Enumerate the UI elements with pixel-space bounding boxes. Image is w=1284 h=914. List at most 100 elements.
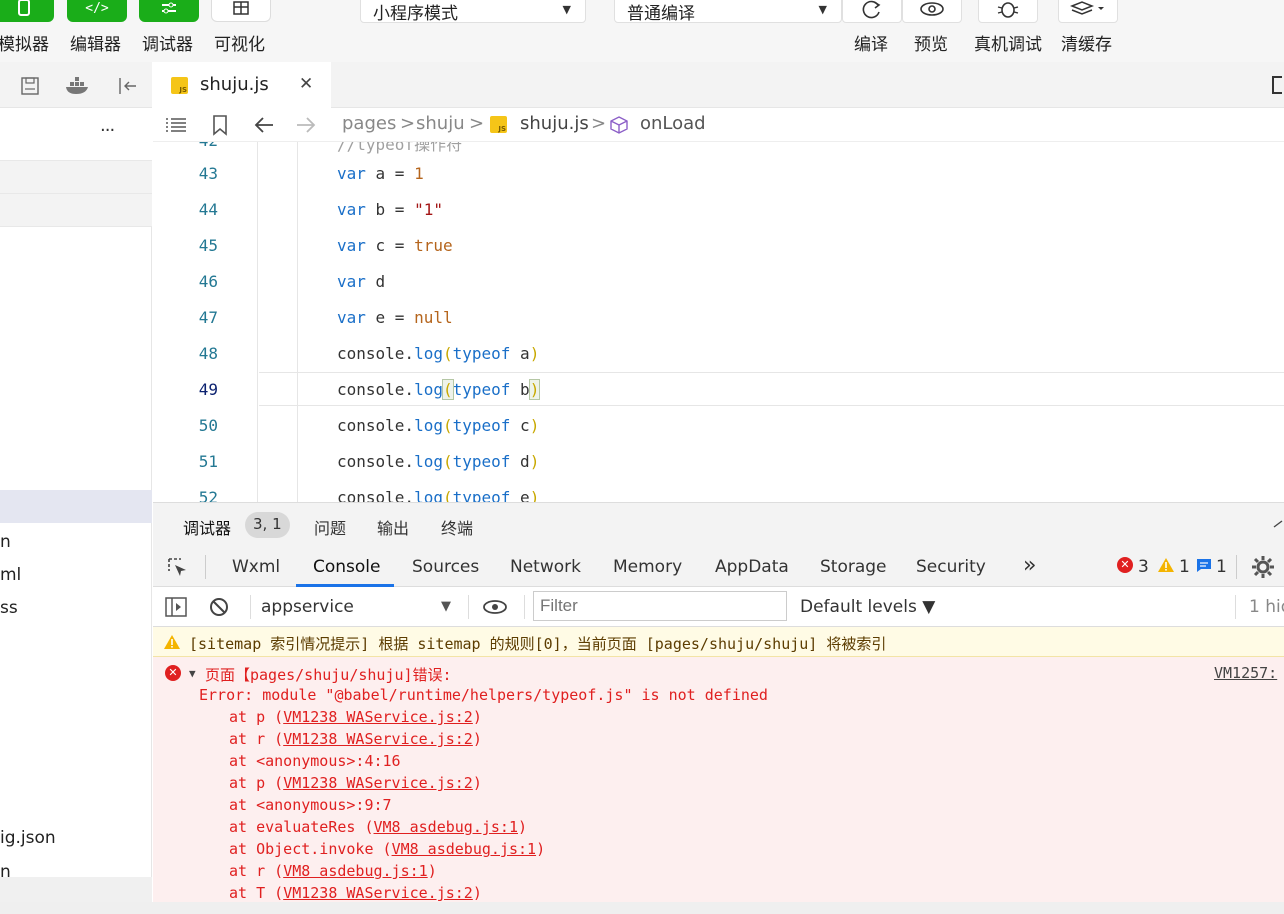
warning-count[interactable]: 1 <box>1179 557 1190 577</box>
clear-cache-button[interactable] <box>1058 0 1118 23</box>
stack-link[interactable]: VM1238 WAService.js:2 <box>283 774 473 792</box>
real-device-debug-button[interactable] <box>978 0 1038 23</box>
context-select[interactable]: appservice <box>261 597 354 617</box>
editor-tabbar: shuju.js ✕ <box>153 62 1284 108</box>
divider <box>468 595 469 619</box>
debugger-button[interactable] <box>139 0 199 22</box>
mode-select[interactable]: 小程序模式 ▼ <box>360 0 586 24</box>
editor-button[interactable]: </> <box>67 0 127 22</box>
tab-memory[interactable]: Memory <box>613 557 682 577</box>
tab-shuju-js[interactable]: shuju.js ✕ <box>153 62 331 108</box>
breadcrumb: pages > shuju > shuju.js > onLoad <box>153 108 1284 142</box>
eye-icon[interactable] <box>482 598 508 616</box>
file-item[interactable]: ig.json <box>0 828 56 848</box>
tab-sources[interactable]: Sources <box>412 557 479 577</box>
top-toolbar: </> 模拟器 编辑器 调试器 可视化 小程序模式 ▼ 普通编译 ▼ 编译 预览… <box>0 0 1284 62</box>
tab-terminal[interactable]: 终端 <box>441 515 473 539</box>
error-source-link[interactable]: VM1257: <box>1214 664 1277 682</box>
stack-link[interactable]: VM8 asdebug.js:1 <box>374 818 519 836</box>
clear-cache-label: 清缓存 <box>1061 35 1112 55</box>
file-item[interactable]: ss <box>0 598 18 618</box>
tab-security[interactable]: Security <box>916 557 986 577</box>
caret-down-icon[interactable]: ▼ <box>441 599 451 614</box>
breadcrumb-pages[interactable]: pages <box>342 113 396 134</box>
stack-frame: at Object.invoke (VM8 asdebug.js:1) <box>229 840 546 858</box>
console-error-block: ✕ ▼ 页面【pages/shuju/shuju]错误: VM1257: Err… <box>153 657 1284 914</box>
more-actions-button[interactable]: ··· <box>100 120 115 141</box>
layout-icon <box>233 1 249 15</box>
stack-link[interactable]: VM1238 WAService.js:2 <box>283 884 473 902</box>
back-arrow-icon[interactable] <box>253 115 275 135</box>
line-number: 44 <box>198 200 218 219</box>
tab-issues[interactable]: 问题 <box>314 515 346 539</box>
preview-button[interactable] <box>902 0 962 23</box>
compile-label: 编译 <box>854 35 888 55</box>
gutter-border <box>257 142 258 502</box>
line-number: 48 <box>198 344 218 363</box>
error-count[interactable]: 3 <box>1138 557 1149 577</box>
real-device-debug-label: 真机调试 <box>974 35 1042 55</box>
more-tabs-icon[interactable]: » <box>1023 553 1036 578</box>
compile-select[interactable]: 普通编译 ▼ <box>614 0 842 24</box>
save-icon[interactable] <box>20 76 40 96</box>
code-comment: //typeof操作符 <box>337 142 463 154</box>
chevron-up-icon[interactable] <box>1273 519 1284 529</box>
simulator-button[interactable] <box>0 0 54 22</box>
docker-icon[interactable] <box>64 76 92 96</box>
stack-frame: at r (VM1238 WAService.js:2) <box>229 730 482 748</box>
breadcrumb-shuju-folder[interactable]: shuju <box>416 113 465 134</box>
indent-guide <box>297 142 298 502</box>
tab-wxml[interactable]: Wxml <box>232 557 280 577</box>
explorer-section-header[interactable] <box>0 194 152 227</box>
forward-arrow-icon[interactable] <box>295 115 317 135</box>
tab-debugger[interactable]: 调试器 <box>183 515 231 539</box>
stack-frame: at <anonymous>:9:7 <box>229 796 392 814</box>
close-icon[interactable]: ✕ <box>299 74 313 94</box>
phone-icon <box>18 0 30 16</box>
eye-icon <box>920 1 944 16</box>
console-filter-bar: appservice ▼ Default levels ▼ 1 hid <box>153 587 1284 627</box>
caret-down-icon: ▼ <box>562 3 571 16</box>
stack-link[interactable]: VM8 asdebug.js:1 <box>283 862 428 880</box>
stack-frame: at p (VM1238 WAService.js:2) <box>229 774 482 792</box>
gear-icon[interactable] <box>1251 555 1275 579</box>
tab-output[interactable]: 输出 <box>377 515 409 539</box>
collapse-panel-icon[interactable] <box>116 76 140 96</box>
code-line: console.log(typeof c) <box>337 416 540 435</box>
filter-input[interactable] <box>533 591 787 621</box>
file-item[interactable]: ml <box>0 565 21 585</box>
tab-storage[interactable]: Storage <box>820 557 887 577</box>
stack-link[interactable]: VM8 asdebug.js:1 <box>392 840 537 858</box>
outline-icon[interactable] <box>165 116 187 134</box>
split-editor-icon[interactable] <box>1272 76 1282 94</box>
sidebar-toggle-icon[interactable] <box>165 597 187 617</box>
message-count[interactable]: 1 <box>1216 557 1227 577</box>
stack-frame: at r (VM8 asdebug.js:1) <box>229 862 437 880</box>
file-item[interactable]: n <box>0 532 11 552</box>
bookmark-icon[interactable] <box>211 114 229 136</box>
error-icon: ✕ <box>165 665 181 681</box>
editor-label: 编辑器 <box>70 35 121 55</box>
code-icon: </> <box>85 0 109 16</box>
clear-console-icon[interactable] <box>209 597 229 617</box>
simulator-label: 模拟器 <box>0 35 49 55</box>
explorer-header: ··· <box>0 108 152 160</box>
compile-button[interactable] <box>842 0 902 23</box>
explorer-selected-row[interactable] <box>0 490 152 523</box>
visual-button[interactable] <box>211 0 271 22</box>
code-line: console.log(typeof a) <box>337 344 540 363</box>
tab-console[interactable]: Console <box>313 557 381 577</box>
breadcrumb-file[interactable]: shuju.js <box>520 113 589 134</box>
tab-appdata[interactable]: AppData <box>715 557 789 577</box>
breadcrumb-symbol[interactable]: onLoad <box>640 113 706 134</box>
tab-network[interactable]: Network <box>510 557 581 577</box>
stack-link[interactable]: VM1238 WAService.js:2 <box>283 708 473 726</box>
code-editor[interactable]: 42 //typeof操作符 43 var a = 1 44 var b = "… <box>153 142 1284 502</box>
levels-select[interactable]: Default levels ▼ <box>800 597 935 617</box>
breadcrumb-separator: > <box>469 113 485 134</box>
divider <box>205 555 206 579</box>
inspect-element-icon[interactable] <box>167 557 189 579</box>
expand-triangle-icon[interactable]: ▼ <box>189 667 196 680</box>
stack-link[interactable]: VM1238 WAService.js:2 <box>283 730 473 748</box>
explorer-section-header[interactable] <box>0 160 152 194</box>
